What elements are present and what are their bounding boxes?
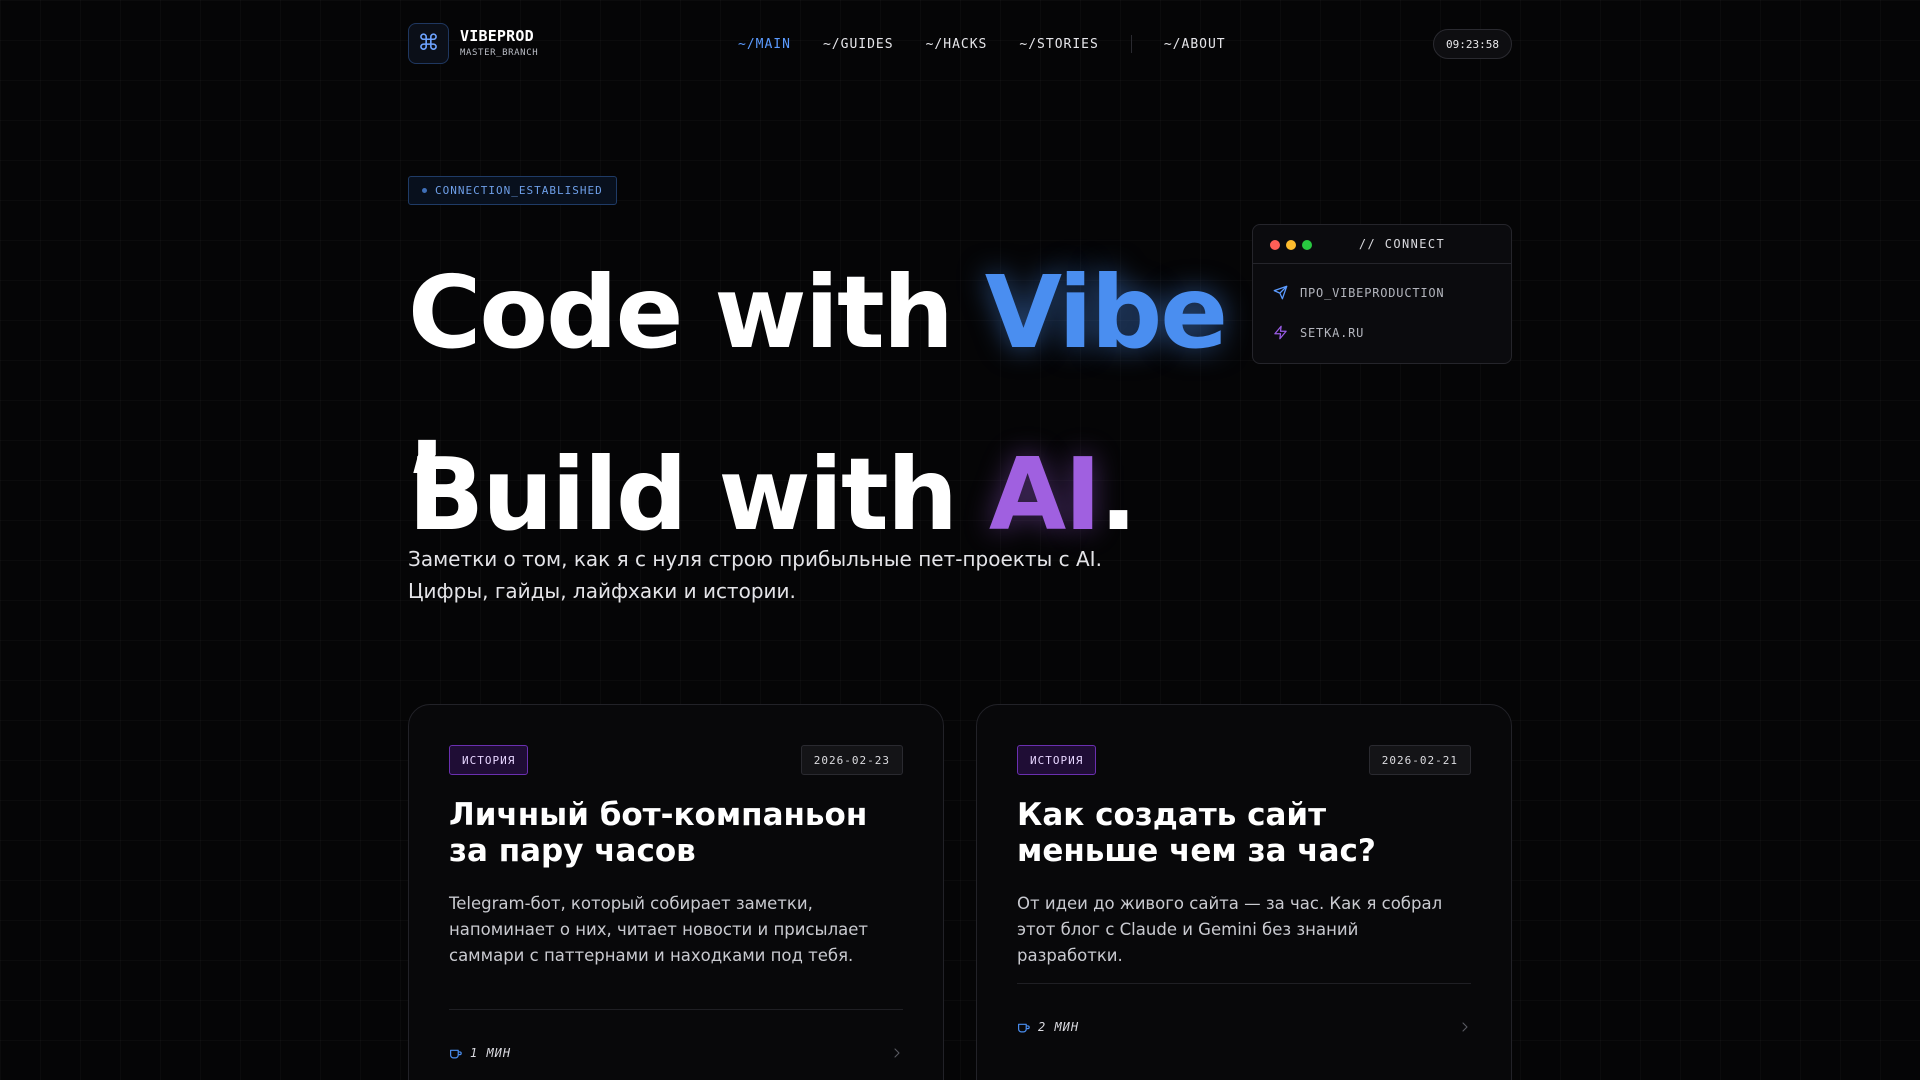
hero-line-1-text: Code with bbox=[408, 254, 985, 371]
nav-item-main[interactable]: ~/MAIN bbox=[738, 37, 791, 52]
status-dot-icon bbox=[422, 188, 427, 193]
hero-subtitle-line-2: Цифры, гайды, лайфхаки и истории. bbox=[408, 579, 796, 603]
clock-display: 09:23:58 bbox=[1433, 29, 1512, 59]
connect-panel-header: // CONNECT bbox=[1253, 225, 1511, 264]
category-tag[interactable]: ИСТОРИЯ bbox=[449, 745, 529, 775]
lightning-icon bbox=[1274, 325, 1287, 340]
brand-subtitle: MASTER_BRANCH bbox=[460, 48, 539, 58]
nav-item-guides[interactable]: ~/GUIDES bbox=[823, 37, 894, 52]
connect-link-label: SETKA.RU bbox=[1300, 325, 1365, 340]
card-title[interactable]: Как создать сайт меньше чем за час? bbox=[1017, 797, 1477, 869]
brand-title[interactable]: VIBEPROD bbox=[460, 27, 534, 45]
hero-comma: , bbox=[408, 366, 446, 483]
nav-divider bbox=[1130, 35, 1132, 53]
hero-line-1: Code with Vibe bbox=[408, 222, 1228, 404]
card-footer: 1 МИН bbox=[449, 1043, 903, 1063]
hero-subtitle-line-1: Заметки о том, как я с нуля строю прибыл… bbox=[408, 547, 1102, 571]
connection-status-badge: CONNECTION_ESTABLISHED bbox=[408, 176, 617, 205]
article-card[interactable]: ИСТОРИЯ 2026-02-21 Как создать сайт мень… bbox=[976, 704, 1512, 1080]
category-tag[interactable]: ИСТОРИЯ bbox=[1017, 745, 1097, 775]
nav-item-hacks[interactable]: ~/HACKS bbox=[926, 37, 988, 52]
date-badge: 2026-02-23 bbox=[800, 745, 903, 775]
hero-accent-vibe: Vibe bbox=[984, 254, 1228, 371]
connection-status-text: CONNECTION_ESTABLISHED bbox=[435, 184, 603, 197]
main-nav: ~/MAIN ~/GUIDES ~/HACKS ~/STORIES ~/ABOU… bbox=[738, 35, 1258, 53]
hero-heading: Code with Vibe , Build with AI. bbox=[408, 222, 1228, 586]
card-description: От идеи до живого сайта — за час. Как я … bbox=[1017, 894, 1443, 965]
nav-item-stories[interactable]: ~/STORIES bbox=[1019, 37, 1098, 52]
chevron-right-icon[interactable] bbox=[891, 1047, 903, 1059]
card-divider bbox=[1017, 983, 1471, 984]
chevron-right-icon[interactable] bbox=[1459, 1021, 1471, 1033]
read-time: 2 МИН bbox=[1038, 1020, 1080, 1034]
send-icon bbox=[1273, 285, 1288, 300]
connect-link-setka[interactable]: SETKA.RU bbox=[1273, 325, 1364, 340]
site-header: ⌘ VIBEPROD MASTER_BRANCH ~/MAIN ~/GUIDES… bbox=[408, 23, 1512, 65]
card-title[interactable]: Личный бот-компаньон за пару часов bbox=[449, 797, 909, 869]
connect-panel: // CONNECT ПРО_VIBEPRODUCTION SETKA.RU bbox=[1252, 224, 1512, 364]
hero-accent-ai: AI bbox=[988, 436, 1102, 553]
article-card[interactable]: ИСТОРИЯ 2026-02-23 Личный бот-компаньон … bbox=[408, 704, 944, 1080]
hero-subtitle: Заметки о том, как я с нуля строю прибыл… bbox=[408, 543, 1188, 607]
connect-link-telegram[interactable]: ПРО_VIBEPRODUCTION bbox=[1273, 285, 1444, 300]
hero-period: . bbox=[1099, 436, 1137, 553]
card-description: Telegram-бот, который собирает заметки, … bbox=[449, 894, 868, 965]
connect-link-label: ПРО_VIBEPRODUCTION bbox=[1300, 285, 1445, 300]
coffee-cup-icon bbox=[450, 1049, 462, 1059]
card-footer: 2 МИН bbox=[1017, 1017, 1471, 1037]
coffee-cup-icon bbox=[1018, 1023, 1030, 1033]
connect-panel-title: // CONNECT bbox=[1358, 237, 1446, 251]
hero-line-2-text: Build with bbox=[408, 436, 989, 553]
command-logo-icon[interactable]: ⌘ bbox=[408, 23, 449, 64]
card-divider bbox=[449, 1009, 903, 1010]
nav-item-about[interactable]: ~/ABOUT bbox=[1164, 37, 1226, 52]
date-badge: 2026-02-21 bbox=[1368, 745, 1471, 775]
read-time: 1 МИН bbox=[470, 1046, 512, 1060]
